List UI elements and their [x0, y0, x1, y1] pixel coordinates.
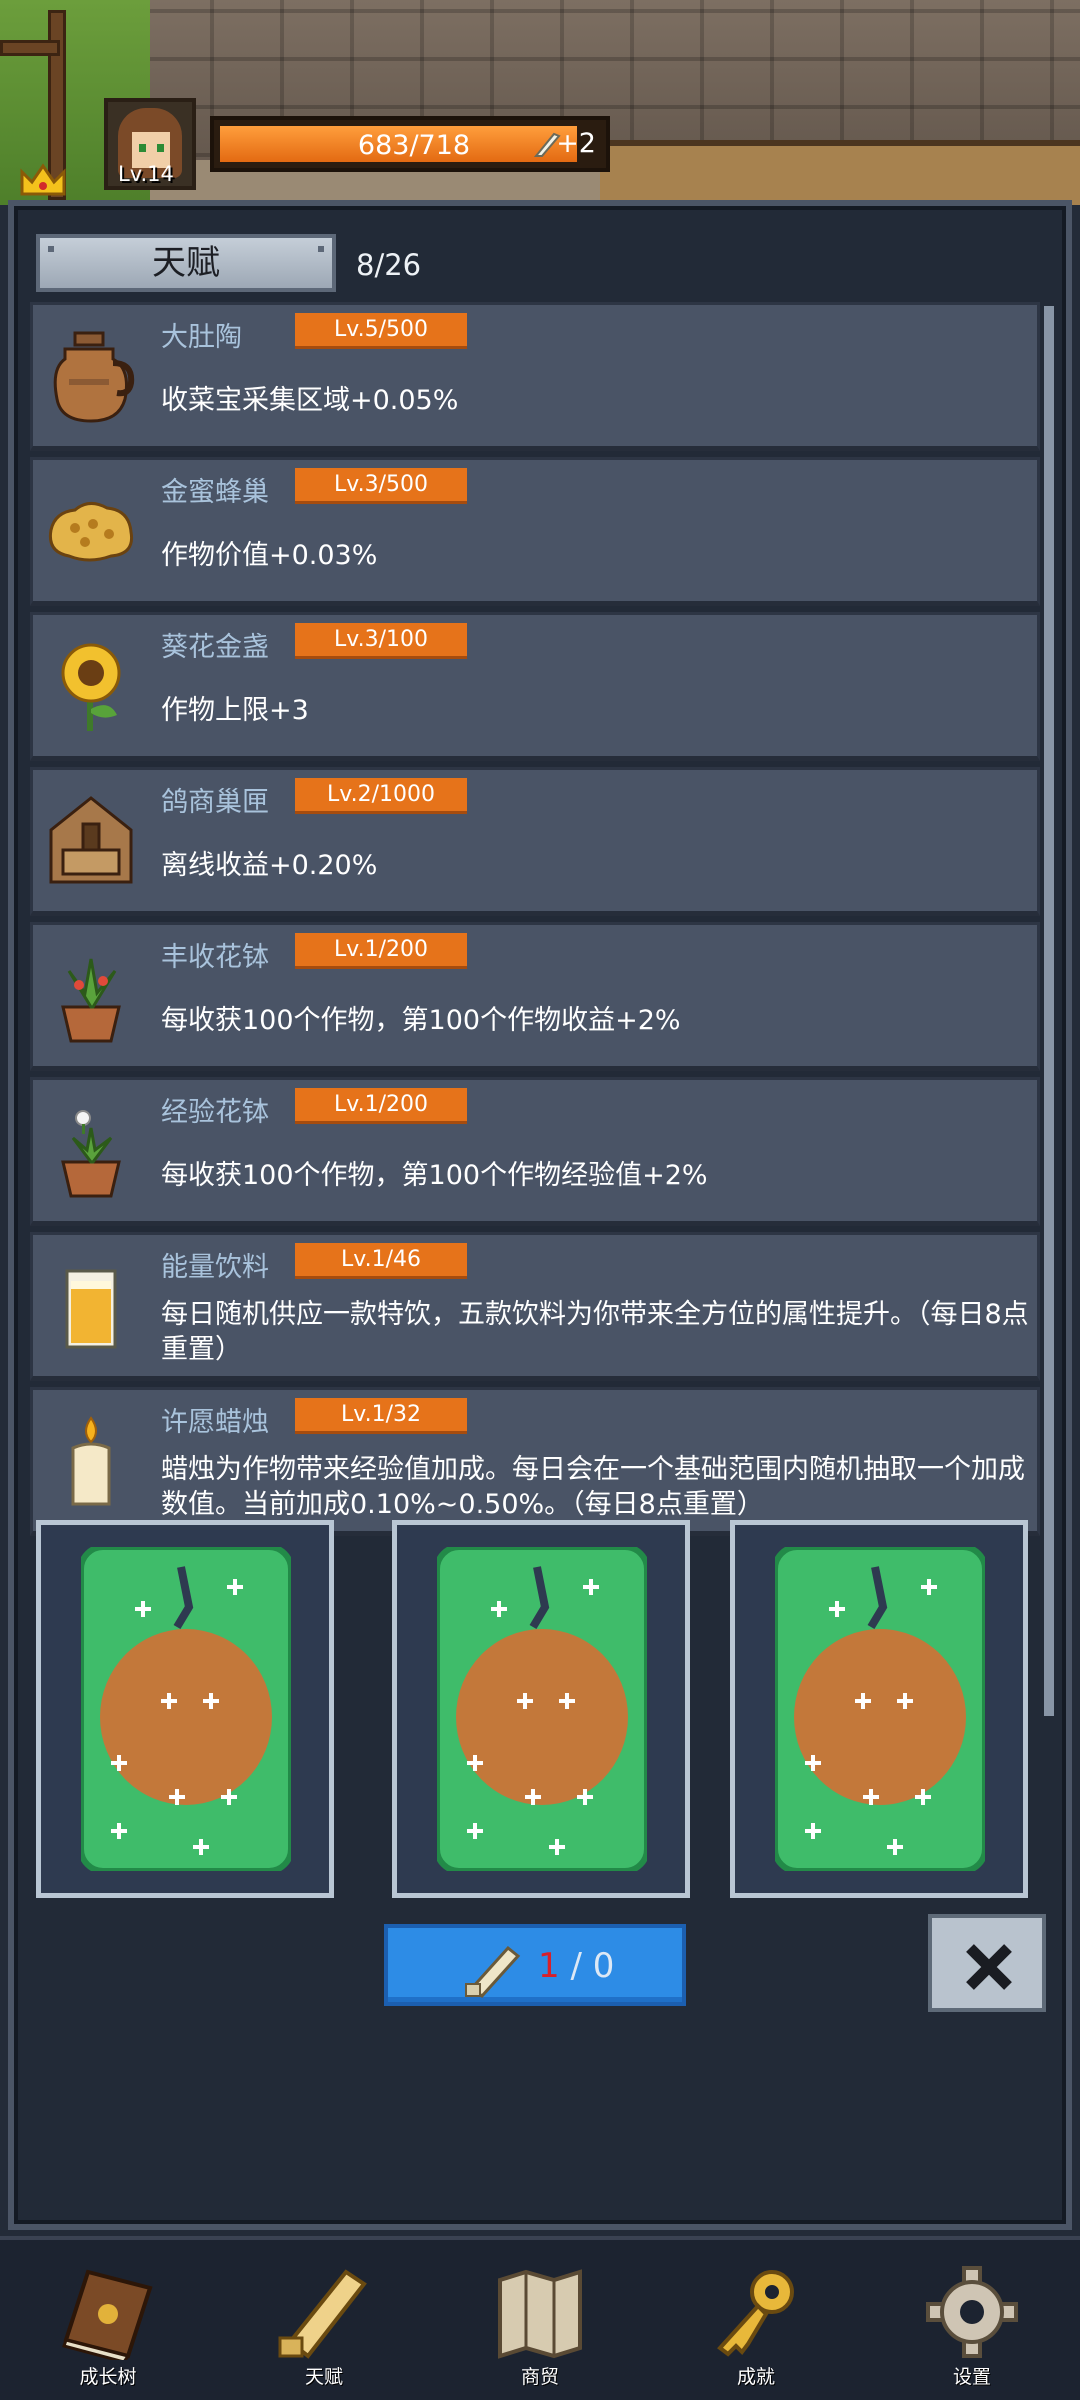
talent-row[interactable]: 丰收花钵 Lv.1/200 每收获100个作物，第100个作物收益+2% [30, 922, 1040, 1071]
bottom-nav: 成长树 天赋 商贸 成就 设置 [0, 2236, 1080, 2400]
nav-label: 设置 [952, 2366, 991, 2388]
book-icon [62, 2269, 153, 2360]
talent-name: 丰收花钵 [161, 942, 269, 973]
talent-desc: 离线收益+0.20% [161, 850, 378, 881]
talent-desc: 蜡烛为作物带来经验值加成。每日会在一个基础范围内随机抽取一个加成数值。当前加成0… [161, 1454, 1025, 1520]
talent-name: 能量饮料 [161, 1252, 269, 1283]
talent-level-badge: Lv.1/32 [295, 1398, 467, 1434]
draw-count: 1 / 0 [538, 1946, 614, 1986]
xp-bonus: +2 [556, 128, 596, 159]
nav-label: 成长树 [79, 2366, 137, 2388]
close-button[interactable] [928, 1914, 1046, 2012]
honeycomb-icon [48, 502, 134, 562]
draw-card[interactable] [392, 1520, 690, 1898]
nav-label: 商贸 [520, 2366, 559, 2388]
jug-icon [53, 331, 135, 423]
app-root: Lv.14 683/718 +2 天赋 8/26 大肚陶 Lv.5/500 收菜… [0, 0, 1080, 2400]
talent-desc: 每日随机供应一款特饮，五款饮料为你带来全方位的属性提升。（每日8点重置） [161, 1299, 1029, 1365]
sunflower-icon [61, 643, 121, 731]
crown-icon [20, 163, 66, 196]
map-icon [498, 2269, 582, 2359]
talent-list: 大肚陶 Lv.5/500 收菜宝采集区域+0.05% 金蜜蜂巢 Lv.3/500… [30, 302, 1040, 1542]
talent-level-badge: Lv.3/100 [295, 623, 467, 659]
key-icon [717, 2270, 794, 2357]
drink-icon [65, 1269, 117, 1349]
talent-tab[interactable]: 天赋 [36, 234, 336, 292]
draw-current: 1 [538, 1946, 560, 1986]
card-back-icon [437, 1547, 647, 1871]
talent-name: 许愿蜡烛 [161, 1407, 269, 1438]
talent-row[interactable]: 葵花金盏 Lv.3/100 作物上限+3 [30, 612, 1040, 761]
fence-beam [0, 40, 60, 56]
nav-item-talent[interactable]: 天赋 [216, 2240, 432, 2400]
talent-row[interactable]: 能量饮料 Lv.1/46 每日随机供应一款特饮，五款饮料为你带来全方位的属性提升… [30, 1232, 1040, 1381]
nav-item-growth-tree[interactable]: 成长树 [0, 2240, 216, 2400]
talent-row[interactable]: 金蜜蜂巢 Lv.3/500 作物价值+0.03% [30, 457, 1040, 606]
xp-bar: 683/718 +2 [210, 116, 610, 172]
scroll-icon [465, 1945, 521, 1998]
talent-row[interactable]: 许愿蜡烛 Lv.1/32 蜡烛为作物带来经验值加成。每日会在一个基础范围内随机抽… [30, 1387, 1040, 1536]
talent-name: 葵花金盏 [161, 632, 269, 663]
talent-tab-label: 天赋 [152, 243, 220, 283]
talent-level-badge: Lv.1/46 [295, 1243, 467, 1279]
talent-name: 金蜜蜂巢 [161, 477, 269, 508]
birdhouse-icon [49, 796, 133, 884]
flower-pot-icon [61, 958, 121, 1043]
nav-item-achievement[interactable]: 成就 [648, 2240, 864, 2400]
player-level: Lv.14 [118, 162, 174, 186]
candle-icon [71, 1416, 111, 1506]
draw-button[interactable]: 1 / 0 [384, 1924, 686, 2006]
talent-desc: 作物上限+3 [161, 695, 309, 726]
talent-level-badge: Lv.3/500 [295, 468, 467, 504]
talent-name: 经验花钵 [161, 1097, 269, 1128]
close-icon [966, 1944, 1012, 1990]
nav-label: 天赋 [304, 2366, 343, 2388]
talent-level-badge: Lv.1/200 [295, 933, 467, 969]
house-wall [600, 140, 1080, 205]
card-back-icon [81, 1547, 291, 1871]
draw-separator: / [559, 1946, 593, 1986]
talent-name: 鸽商巢匣 [161, 787, 269, 818]
talent-level-badge: Lv.2/1000 [295, 778, 467, 814]
scroll-icon [278, 2269, 367, 2359]
talent-desc: 每收获100个作物，第100个作物经验值+2% [161, 1160, 708, 1191]
draw-card[interactable] [36, 1520, 334, 1898]
talent-row[interactable]: 经验花钵 Lv.1/200 每收获100个作物，第100个作物经验值+2% [30, 1077, 1040, 1226]
draw-card[interactable] [730, 1520, 1028, 1898]
card-row [36, 1520, 1046, 1900]
list-scrollbar[interactable] [1044, 306, 1054, 1716]
flower-pot-icon [61, 1110, 121, 1198]
talent-row[interactable]: 大肚陶 Lv.5/500 收菜宝采集区域+0.05% [30, 302, 1040, 451]
draw-total: 0 [592, 1946, 615, 1986]
nav-item-settings[interactable]: 设置 [864, 2240, 1080, 2400]
talent-desc: 收菜宝采集区域+0.05% [161, 385, 459, 416]
talent-level-badge: Lv.1/200 [295, 1088, 467, 1124]
talent-desc: 作物价值+0.03% [161, 540, 378, 571]
nav-label: 成就 [736, 2366, 775, 2388]
card-back-icon [775, 1547, 985, 1871]
talent-row[interactable]: 鸽商巢匣 Lv.2/1000 离线收益+0.20% [30, 767, 1040, 916]
talent-desc: 每收获100个作物，第100个作物收益+2% [161, 1005, 681, 1036]
talent-name: 大肚陶 [161, 322, 242, 353]
nav-item-trade[interactable]: 商贸 [432, 2240, 648, 2400]
talent-count: 8/26 [356, 248, 422, 282]
gear-icon [926, 2266, 1018, 2358]
talent-level-badge: Lv.5/500 [295, 313, 467, 349]
